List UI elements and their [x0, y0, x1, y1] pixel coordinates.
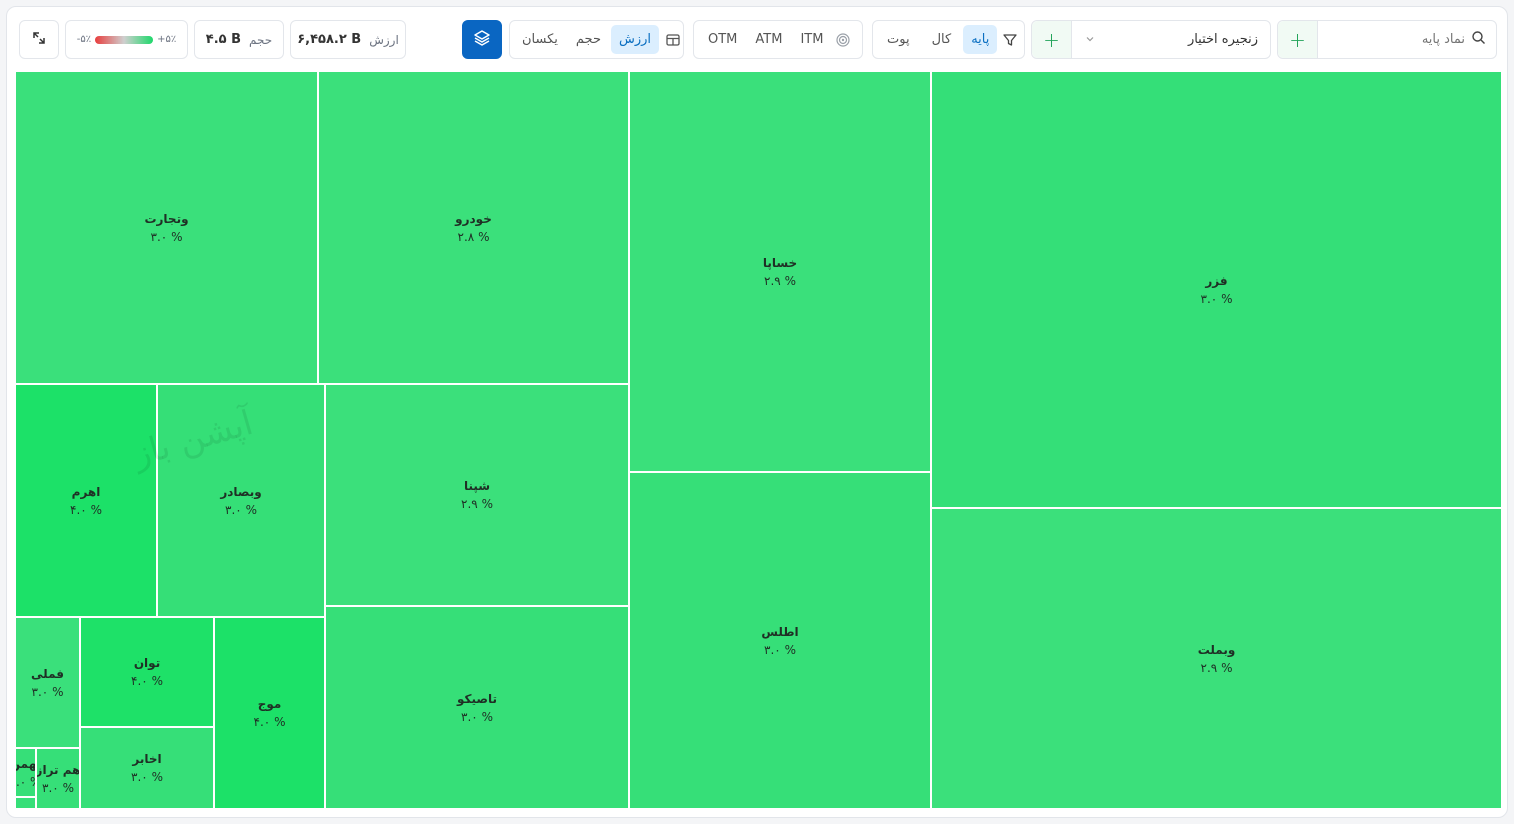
tile-change: ۳.۰ %	[225, 502, 257, 517]
tile-change: ۲.۹ %	[764, 273, 796, 288]
tile-change: ۴.۰ %	[70, 502, 102, 517]
chain-select-label: زنجیره اختیار	[1187, 32, 1258, 47]
tile-change: ۳.۰ %	[15, 774, 35, 789]
metric-option-volume[interactable]: حجم	[568, 25, 609, 54]
tile-symbol: بهمن	[16, 756, 36, 771]
fullscreen-button[interactable]	[19, 20, 59, 59]
moneyness-filter: OTM ATM ITM	[693, 20, 863, 59]
option-type-base[interactable]: پایه	[963, 25, 998, 54]
treemap-tile[interactable]: خودرو ۲.۸ %	[318, 71, 629, 384]
moneyness-option-otm[interactable]: OTM	[700, 25, 745, 54]
tile-symbol: وبملت	[1197, 642, 1236, 657]
toolbar: -۵٪ +۵٪ ۴.۵ B حجم ۶,۴۵۸.۲ B ارزش یکسان ح…	[7, 7, 1507, 71]
chain-select-group: + زنجیره اختیار	[1031, 20, 1271, 59]
app-frame: -۵٪ +۵٪ ۴.۵ B حجم ۶,۴۵۸.۲ B ارزش یکسان ح…	[6, 6, 1508, 818]
metric-option-value[interactable]: ارزش	[611, 25, 660, 54]
option-type-call[interactable]: کال	[922, 25, 962, 54]
tile-symbol: خودرو	[455, 211, 492, 226]
treemap-tile[interactable]: هم تراز ۳.۰ %	[36, 748, 80, 809]
treemap-tile[interactable]: بهمن ۳.۰ %	[15, 748, 36, 797]
tile-symbol: وتجارت	[144, 211, 189, 226]
treemap-tile[interactable]: وتجارت ۳.۰ %	[15, 71, 318, 384]
search-input[interactable]	[1345, 32, 1465, 47]
tile-symbol: اهرم	[71, 484, 101, 499]
tile-change: ۳.۰ %	[31, 684, 64, 699]
symbol-search-group: +	[1277, 20, 1497, 59]
value-value: ۶,۴۵۸.۲ B	[297, 32, 362, 47]
treemap-tile[interactable]: فملی ۳.۰ %	[15, 617, 80, 748]
filter-icon[interactable]	[999, 28, 1020, 52]
tile-symbol: وبصادر	[220, 484, 262, 499]
tile-symbol: خساپا	[762, 255, 798, 270]
add-chain-button[interactable]: +	[1032, 21, 1072, 58]
target-icon[interactable]	[833, 30, 853, 50]
treemap-tile[interactable]: اخابر ۳.۰ %	[80, 727, 214, 809]
tile-symbol: شپنا	[463, 479, 491, 493]
chevron-down-icon	[1084, 30, 1096, 49]
metric-toggle: یکسان حجم ارزش	[509, 20, 684, 59]
tile-change: ۳.۰ %	[1200, 291, 1233, 306]
volume-label: حجم	[249, 32, 273, 47]
tile-change: ۲.۹ %	[1200, 660, 1233, 675]
treemap-tile[interactable]: تاصیکو ۳.۰ %	[325, 606, 629, 809]
plus-icon: +	[1289, 27, 1306, 52]
treemap-tile[interactable]: وبملت ۲.۹ %	[931, 508, 1502, 809]
tile-change: ۳.۰ %	[764, 642, 796, 657]
option-type-filter: پوت کال پایه	[872, 20, 1025, 59]
treemap-tile[interactable]: اهرم ۴.۰ %	[15, 384, 157, 617]
treemap-tile[interactable]: اطلس ۳.۰ %	[629, 472, 931, 809]
treemap: وتجارت ۳.۰ % خودرو ۲.۸ % خساپا ۲.۹ % فزر…	[15, 71, 1502, 809]
chain-select[interactable]: زنجیره اختیار	[1072, 21, 1270, 58]
legend-max-label: +۵٪	[157, 34, 177, 45]
treemap-tile[interactable]: خساپا ۲.۹ %	[629, 71, 931, 472]
tile-symbol: هم تراز	[36, 762, 80, 777]
tile-change: ۲.۸ %	[457, 229, 490, 244]
tile-change: ۴.۰ %	[131, 674, 163, 688]
tile-change: ۳.۰ %	[131, 770, 163, 784]
treemap-tile[interactable]: توان ۴.۰ %	[80, 617, 214, 727]
color-legend: -۵٪ +۵٪	[65, 20, 188, 59]
treemap-tile[interactable]	[15, 797, 36, 809]
treemap-tile[interactable]: موج ۴.۰ %	[214, 617, 325, 809]
legend-min-label: -۵٪	[76, 34, 92, 45]
tile-symbol: اطلس	[761, 624, 799, 639]
add-symbol-button[interactable]: +	[1278, 21, 1318, 58]
symbol-search	[1318, 21, 1496, 58]
search-icon	[1471, 30, 1486, 49]
tile-change: ۲.۹ %	[461, 497, 493, 511]
tile-symbol: فملی	[31, 666, 64, 681]
tile-symbol: موج	[257, 697, 282, 711]
volume-value: ۴.۵ B	[205, 32, 242, 47]
tile-symbol: توان	[133, 656, 161, 670]
tile-change: ۳.۰ %	[42, 780, 74, 795]
treemap-tile[interactable]: فزر ۳.۰ %	[931, 71, 1502, 508]
legend-gradient-bar	[95, 35, 154, 44]
tile-change: ۴.۰ %	[253, 715, 286, 729]
metric-option-uniform[interactable]: یکسان	[514, 25, 566, 54]
table-layout-icon[interactable]	[665, 29, 681, 51]
value-label: ارزش	[369, 32, 399, 47]
expand-icon	[31, 30, 47, 50]
tile-symbol: فزر	[1205, 273, 1228, 288]
option-type-put[interactable]: پوت	[877, 25, 920, 54]
tile-change: ۳.۰ %	[150, 229, 183, 244]
tile-symbol: تاصیکو	[457, 691, 498, 706]
value-stat: ۶,۴۵۸.۲ B ارزش	[290, 20, 406, 59]
moneyness-option-atm[interactable]: ATM	[747, 25, 790, 54]
volume-stat: ۴.۵ B حجم	[194, 20, 284, 59]
layers-button[interactable]	[462, 20, 502, 59]
treemap-tile[interactable]: شپنا ۲.۹ %	[325, 384, 629, 606]
layers-icon	[473, 29, 491, 51]
tile-symbol: اخابر	[132, 752, 162, 766]
treemap-tile[interactable]: وبصادر ۳.۰ %	[157, 384, 325, 617]
plus-icon: +	[1043, 27, 1060, 52]
moneyness-option-itm[interactable]: ITM	[792, 25, 831, 54]
tile-change: ۳.۰ %	[461, 709, 493, 724]
